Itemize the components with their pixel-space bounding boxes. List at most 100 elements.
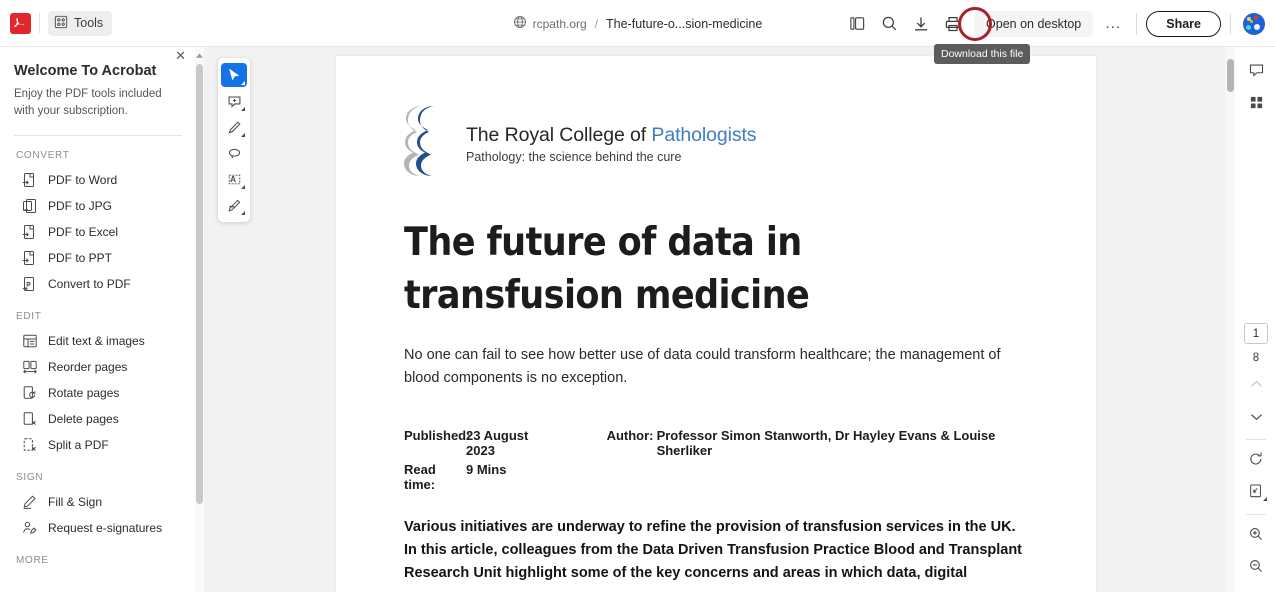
welcome-panel-header: ✕ Welcome To Acrobat Enjoy the PDF tools…: [0, 47, 196, 119]
tool-item-delete-pages[interactable]: Delete pages: [0, 406, 196, 432]
author-value: Professor Simon Stanworth, Dr Hayley Eva…: [656, 428, 996, 459]
tools-button-label: Tools: [74, 16, 104, 30]
grid-tools-icon: [54, 15, 68, 32]
tool-caret-icon: [241, 211, 245, 215]
page-title: The future of data in transfusion medici…: [404, 220, 810, 318]
scrollbar-thumb[interactable]: [196, 64, 203, 504]
tool-item-split-a-pdf[interactable]: Split a PDF: [0, 432, 196, 458]
tool-item-label: Request e-signatures: [48, 521, 163, 536]
download-icon[interactable]: [906, 9, 936, 39]
fill-sign-icon: [22, 494, 38, 510]
right-rail: 1 8: [1237, 47, 1275, 592]
pdf-to-word-icon: [22, 172, 38, 188]
scroll-up-icon[interactable]: [196, 50, 203, 60]
draw-tool-button[interactable]: [221, 115, 247, 139]
readtime-value: 9 Mins: [466, 462, 507, 478]
tool-caret-icon: [241, 81, 245, 85]
rotate-clockwise-icon[interactable]: [1242, 445, 1270, 473]
pdf-to-ppt-icon: [22, 250, 38, 266]
rcpath-org-name: The Royal College of Pathologists: [466, 124, 757, 147]
search-icon[interactable]: [874, 9, 904, 39]
reorder-pages-icon: [22, 359, 38, 375]
current-page-input[interactable]: 1: [1244, 323, 1268, 344]
document-scrollbar[interactable]: [1225, 47, 1235, 592]
tool-item-label: Fill & Sign: [48, 495, 103, 510]
next-page-button[interactable]: [1242, 402, 1270, 430]
select-tool-button[interactable]: [221, 63, 247, 87]
text-box-letter: A: [230, 174, 237, 184]
fit-page-icon[interactable]: [1242, 477, 1270, 505]
tool-caret-icon: [241, 133, 245, 137]
tool-item-label: Edit text & images: [48, 334, 145, 349]
published-label: Published:: [404, 428, 471, 444]
print-icon[interactable]: [938, 9, 968, 39]
signature-tool-button[interactable]: [221, 193, 247, 217]
pdf-to-jpg-icon: [22, 198, 38, 214]
readtime-label: Read time:: [404, 462, 436, 493]
text-box-tool-button[interactable]: A: [221, 167, 247, 191]
previous-page-button[interactable]: [1242, 370, 1270, 398]
welcome-panel-scrollbar[interactable]: [195, 47, 204, 592]
comment-tool-button[interactable]: [221, 89, 247, 113]
acrobat-logo-icon[interactable]: [10, 12, 31, 34]
split-pdf-icon: [22, 437, 38, 453]
acrobat-web-viewer: Tools rcpath.org / The-future-o...sion-m…: [0, 0, 1275, 592]
document-viewer: A The Royal College of Pathologists Path…: [204, 47, 1234, 592]
rcpath-mark-icon: [404, 104, 452, 183]
tool-item-fill-sign[interactable]: Fill & Sign: [0, 489, 196, 515]
copy-pages-icon[interactable]: [842, 9, 872, 39]
delete-pages-icon: [22, 411, 38, 427]
welcome-panel-title: Welcome To Acrobat: [14, 63, 157, 79]
share-button[interactable]: Share: [1146, 10, 1221, 37]
tool-item-label: PDF to Word: [48, 173, 118, 188]
published-value: 23 August 2023: [466, 428, 529, 459]
tool-item-label: PDF to JPG: [48, 199, 113, 214]
tool-item-request-e-signatures[interactable]: Request e-signatures: [0, 515, 196, 541]
annotation-tool-palette: A: [218, 58, 250, 222]
convert-to-pdf-icon: [22, 276, 38, 292]
toolbar-left-group: Tools: [0, 10, 113, 36]
zoom-out-icon[interactable]: [1242, 552, 1270, 580]
tool-caret-icon: [241, 107, 245, 111]
tool-item-reorder-pages[interactable]: Reorder pages: [0, 354, 196, 380]
tool-item-label: Convert to PDF: [48, 277, 131, 292]
user-avatar-icon[interactable]: [1243, 12, 1265, 35]
tool-item-edit-text-images[interactable]: Edit text & images: [0, 328, 196, 354]
rcpath-logo-text: The Royal College of Pathologists Pathol…: [466, 124, 757, 164]
lasso-erase-tool-button[interactable]: [221, 141, 247, 165]
rcpath-logo: The Royal College of Pathologists Pathol…: [404, 104, 1028, 183]
rcpath-tagline: Pathology: the science behind the cure: [466, 149, 682, 164]
globe-icon: [513, 15, 527, 32]
tool-item-label: Split a PDF: [48, 438, 109, 453]
zoom-in-icon[interactable]: [1242, 520, 1270, 548]
more-options-button[interactable]: ...: [1099, 10, 1127, 38]
tool-item-convert-to-pdf[interactable]: Convert to PDF: [0, 271, 196, 297]
breadcrumb-domain[interactable]: rcpath.org: [533, 17, 587, 31]
tool-section-heading: CONVERT: [16, 150, 70, 162]
close-icon[interactable]: ✕: [175, 49, 186, 62]
page-thumbnails-icon[interactable]: [1242, 88, 1270, 116]
toolbar-divider-2: [1136, 12, 1138, 35]
document-lede: No one can fail to see how better use of…: [404, 347, 1001, 387]
toolbar-divider-3: [1230, 12, 1231, 35]
tool-item-pdf-to-jpg[interactable]: PDF to JPG: [0, 193, 196, 219]
breadcrumb-filename[interactable]: The-future-o...sion-medicine: [606, 17, 762, 31]
tool-item-pdf-to-excel[interactable]: PDF to Excel: [0, 219, 196, 245]
scrollbar-thumb[interactable]: [1227, 59, 1234, 92]
metadata-row-published: Published: 23 August 2023 Author: Profes…: [404, 428, 1028, 458]
tool-item-pdf-to-word[interactable]: PDF to Word: [0, 167, 196, 193]
tool-item-label: Delete pages: [48, 412, 119, 427]
toolbar-divider: [39, 13, 40, 33]
comment-panel-icon[interactable]: [1242, 56, 1270, 84]
welcome-panel: ✕ Welcome To Acrobat Enjoy the PDF tools…: [0, 47, 196, 592]
tool-item-pdf-to-ppt[interactable]: PDF to PPT: [0, 245, 196, 271]
author-label: Author:: [606, 428, 654, 444]
download-tooltip: Download this file: [934, 44, 1031, 64]
edit-text-images-icon: [22, 333, 38, 349]
pdf-to-excel-icon: [22, 224, 38, 240]
tool-item-label: Reorder pages: [48, 360, 128, 375]
document-metadata: Published: 23 August 2023 Author: Profes…: [404, 428, 1028, 492]
tools-button[interactable]: Tools: [48, 10, 113, 36]
open-on-desktop-button[interactable]: Open on desktop: [974, 10, 1094, 37]
tool-item-rotate-pages[interactable]: Rotate pages: [0, 380, 196, 406]
